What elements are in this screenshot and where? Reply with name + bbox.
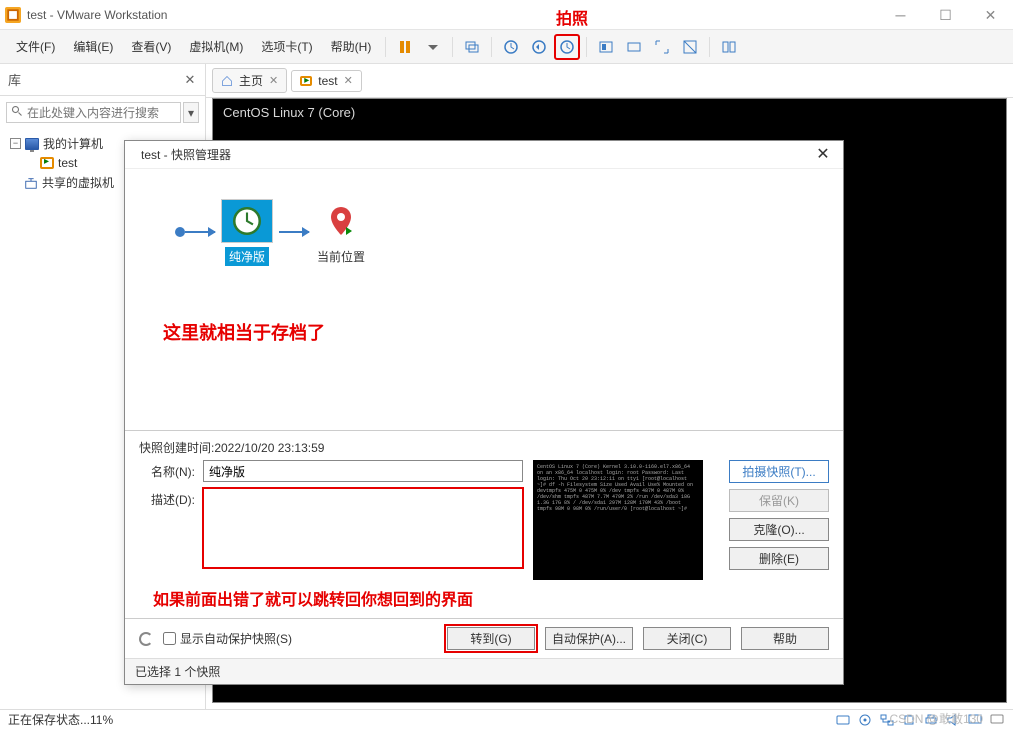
search-icon xyxy=(11,105,23,120)
home-icon xyxy=(221,75,233,87)
show-auto-checkbox[interactable]: 显示自动保护快照(S) xyxy=(163,630,292,647)
tab-home[interactable]: 主页 ✕ xyxy=(212,68,287,93)
watermark: CSDN @敢敢130 xyxy=(889,710,983,727)
tab-home-label: 主页 xyxy=(239,72,263,89)
console-line: CentOS Linux 7 (Core) xyxy=(223,105,355,120)
toolbar-stretch-icon[interactable] xyxy=(649,34,675,60)
snapshot-manager-dialog: test - 快照管理器 ✕ 纯净版 当前位置 这里就相当于存档了 xyxy=(124,140,844,685)
current-position-label: 当前位置 xyxy=(317,248,365,265)
status-text: 正在保存状态...11% xyxy=(8,711,113,728)
tab-vm-label: test xyxy=(318,74,337,88)
status-cd-icon[interactable] xyxy=(857,713,873,727)
annotation-top: 拍照 xyxy=(556,5,588,29)
autoprotect-button[interactable]: 自动保护(A)... xyxy=(545,627,633,650)
current-position-icon xyxy=(315,200,367,244)
dialog-title: test - 快照管理器 xyxy=(141,146,231,163)
annotation-bot: 如果前面出错了就可以跳转回你想回到的界面 xyxy=(153,586,829,610)
tree-shared-label: 共享的虚拟机 xyxy=(42,174,114,191)
snapshot-arrow-icon xyxy=(185,231,215,233)
vm-icon xyxy=(40,157,54,169)
status-message-icon[interactable] xyxy=(989,713,1005,727)
keep-button[interactable]: 保留(K) xyxy=(729,489,829,512)
menu-file[interactable]: 文件(F) xyxy=(8,30,63,63)
snapshot-node-selected[interactable]: 纯净版 xyxy=(215,199,279,266)
annotation-mid: 这里就相当于存档了 xyxy=(163,319,325,345)
snapshot-start-dot xyxy=(175,227,185,237)
menu-bar: 文件(F) 编辑(E) 查看(V) 虚拟机(M) 选项卡(T) 帮助(H) xyxy=(0,30,1013,64)
show-auto-label: 显示自动保护快照(S) xyxy=(180,630,292,647)
snapshot-name-label: 纯净版 xyxy=(225,247,269,266)
search-dropdown-icon[interactable]: ▾ xyxy=(183,102,199,123)
toolbar-snapshot-manager-icon[interactable] xyxy=(554,34,580,60)
menu-view[interactable]: 查看(V) xyxy=(123,30,179,63)
title-bar: test - VMware Workstation ─ ☐ ✕ xyxy=(0,0,1013,30)
snapshot-current-node[interactable]: 当前位置 xyxy=(309,200,373,265)
shared-icon xyxy=(24,176,38,190)
snapshot-arrow-icon xyxy=(279,231,309,233)
close-dialog-button[interactable]: 关闭(C) xyxy=(643,627,731,650)
dialog-status: 已选择 1 个快照 xyxy=(125,658,843,684)
snapshot-canvas[interactable]: 纯净版 当前位置 这里就相当于存档了 xyxy=(125,169,843,430)
toolbar-send-icon[interactable] xyxy=(459,34,485,60)
vm-icon xyxy=(300,76,312,86)
toolbar-console-icon[interactable] xyxy=(621,34,647,60)
minimize-button[interactable]: ─ xyxy=(878,0,923,30)
search-input[interactable] xyxy=(27,106,176,120)
snapshot-preview: CentOS Linux 7 (Core) Kernel 3.10.0-1160… xyxy=(533,460,703,580)
toolbar-dropdown-icon[interactable] xyxy=(420,34,446,60)
tab-vm-close-icon[interactable]: ✕ xyxy=(344,74,353,87)
sidebar-close-icon[interactable]: ✕ xyxy=(183,73,197,87)
status-bar: 正在保存状态...11% xyxy=(0,709,1013,729)
tree-root-label: 我的计算机 xyxy=(43,135,103,152)
menu-vm[interactable]: 虚拟机(M) xyxy=(181,30,251,63)
take-snapshot-button[interactable]: 拍摄快照(T)... xyxy=(729,460,829,483)
menu-tabs[interactable]: 选项卡(T) xyxy=(253,30,320,63)
autoprotect-icon xyxy=(139,632,153,646)
maximize-button[interactable]: ☐ xyxy=(923,0,968,30)
menu-edit[interactable]: 编辑(E) xyxy=(65,30,121,63)
help-button[interactable]: 帮助 xyxy=(741,627,829,650)
dialog-title-bar[interactable]: test - 快照管理器 ✕ xyxy=(125,141,843,169)
app-icon xyxy=(5,7,21,23)
computer-icon xyxy=(25,138,39,150)
menu-help[interactable]: 帮助(H) xyxy=(323,30,380,63)
tab-vm[interactable]: test ✕ xyxy=(291,70,362,92)
toolbar-snapshot-revert-icon[interactable] xyxy=(526,34,552,60)
goto-button[interactable]: 转到(G) xyxy=(447,627,535,650)
snapshot-desc-input[interactable] xyxy=(203,488,523,568)
toolbar-pause-icon[interactable] xyxy=(392,34,418,60)
dialog-close-icon[interactable]: ✕ xyxy=(813,144,833,164)
snapshot-clock-icon xyxy=(221,199,273,243)
desc-label: 描述(D): xyxy=(139,488,195,508)
snapshot-name-input[interactable] xyxy=(203,460,523,482)
search-input-wrap[interactable] xyxy=(6,102,181,123)
close-button[interactable]: ✕ xyxy=(968,0,1013,30)
name-label: 名称(N): xyxy=(139,460,195,480)
clone-button[interactable]: 克隆(O)... xyxy=(729,518,829,541)
sidebar-title: 库 xyxy=(8,70,21,89)
tabs-row: 主页 ✕ test ✕ xyxy=(206,64,1013,98)
tab-home-close-icon[interactable]: ✕ xyxy=(269,74,278,87)
toolbar-fit-icon[interactable] xyxy=(593,34,619,60)
tree-vm-label: test xyxy=(58,156,77,170)
window-title: test - VMware Workstation xyxy=(27,8,167,22)
snapshot-created-time: 快照创建时间:2022/10/20 23:13:59 xyxy=(139,439,829,456)
toolbar-snapshot-take-icon[interactable] xyxy=(498,34,524,60)
toolbar-library-icon[interactable] xyxy=(716,34,742,60)
status-disk-icon[interactable] xyxy=(835,713,851,727)
collapse-icon[interactable]: − xyxy=(10,138,21,149)
toolbar-unity-icon[interactable] xyxy=(677,34,703,60)
show-auto-checkbox-input[interactable] xyxy=(163,632,176,645)
delete-button[interactable]: 删除(E) xyxy=(729,547,829,570)
